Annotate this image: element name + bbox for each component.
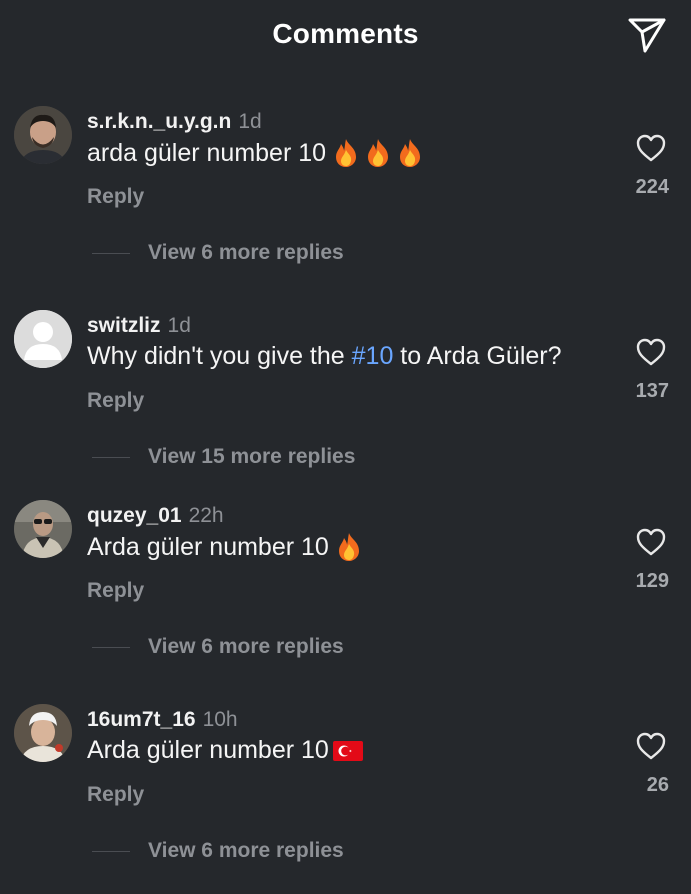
avatar[interactable]	[14, 310, 72, 368]
username[interactable]: s.r.k.n._u.y.g.n	[87, 110, 231, 133]
like-count: 224	[635, 176, 669, 198]
comment-item: quzey_01 22h Arda güler number 10 Reply 1…	[0, 500, 691, 690]
like-button[interactable]	[636, 528, 666, 556]
reply-button[interactable]: Reply	[87, 579, 144, 603]
view-replies-button[interactable]: View 15 more replies	[92, 442, 355, 472]
comment-text: Why didn't you give the #10 to Arda Güle…	[87, 342, 562, 371]
heart-icon	[636, 134, 666, 162]
hashtag-link[interactable]: #10	[352, 342, 394, 370]
comment-text: Arda güler number 10	[87, 532, 363, 562]
turkey-flag-icon	[332, 740, 363, 761]
comment-body: Why didn't you give the #10 to Arda Güle…	[87, 342, 562, 371]
comment-body: arda güler number 10	[87, 138, 327, 167]
view-replies-label: View 6 more replies	[148, 839, 344, 862]
fire-emoji-icon	[336, 139, 357, 167]
comment-item: 16um7t_16 10h Arda güler number 10 Reply …	[0, 704, 691, 894]
reply-button[interactable]: Reply	[87, 783, 144, 807]
divider	[92, 456, 130, 458]
reply-button[interactable]: Reply	[87, 389, 144, 413]
avatar[interactable]	[14, 106, 72, 164]
emoji-group	[328, 138, 424, 168]
timestamp: 10h	[202, 708, 238, 731]
emoji-group	[331, 532, 363, 562]
comment-item: s.r.k.n._u.y.g.n 1d arda güler number 10 …	[0, 106, 691, 296]
view-replies-label: View 15 more replies	[148, 445, 356, 468]
comment-text: arda güler number 10	[87, 138, 424, 168]
divider	[92, 850, 130, 852]
paper-plane-icon	[628, 18, 666, 53]
view-replies-button[interactable]: View 6 more replies	[92, 238, 344, 268]
like-group: 129	[630, 528, 672, 592]
like-count: 26	[646, 774, 669, 796]
page-title: Comments	[272, 18, 419, 49]
comment-body: Arda güler number 10	[87, 736, 329, 764]
timestamp: 22h	[188, 504, 224, 527]
fire-emoji-icon	[368, 139, 389, 167]
comment-meta: quzey_01 22h	[87, 504, 224, 528]
heart-icon	[636, 732, 666, 760]
username[interactable]: quzey_01	[87, 504, 182, 527]
like-group: 26	[630, 732, 672, 796]
like-count: 129	[635, 570, 669, 592]
comment-body-end: to Arda Güler?	[393, 342, 562, 370]
view-replies-button[interactable]: View 6 more replies	[92, 632, 344, 662]
like-button[interactable]	[636, 732, 666, 760]
heart-icon	[636, 338, 666, 366]
share-button[interactable]	[626, 16, 668, 54]
comment-item: switzliz 1d Why didn't you give the #10 t…	[0, 310, 691, 500]
timestamp: 1d	[167, 314, 191, 337]
avatar[interactable]	[14, 500, 72, 558]
comments-header: Comments	[0, 0, 691, 72]
like-count: 137	[635, 380, 669, 402]
timestamp: 1d	[238, 110, 262, 133]
view-replies-button[interactable]: View 6 more replies	[92, 836, 344, 866]
divider	[92, 252, 130, 254]
comment-meta: s.r.k.n._u.y.g.n 1d	[87, 110, 262, 134]
avatar[interactable]	[14, 704, 72, 762]
like-button[interactable]	[636, 134, 666, 162]
view-replies-label: View 6 more replies	[148, 241, 344, 264]
comment-body-start: Why didn't you give the	[87, 342, 352, 370]
username[interactable]: switzliz	[87, 314, 161, 337]
comment-meta: 16um7t_16 10h	[87, 708, 238, 732]
like-group: 224	[630, 134, 672, 198]
username[interactable]: 16um7t_16	[87, 708, 196, 731]
fire-emoji-icon	[400, 139, 421, 167]
comment-body: Arda güler number 10	[87, 532, 329, 561]
fire-emoji-icon	[338, 533, 359, 561]
like-button[interactable]	[636, 338, 666, 366]
like-group: 137	[630, 338, 672, 402]
heart-icon	[636, 528, 666, 556]
divider	[92, 646, 130, 648]
reply-button[interactable]: Reply	[87, 185, 144, 209]
comment-meta: switzliz 1d	[87, 314, 191, 338]
comment-text: Arda güler number 10	[87, 736, 363, 765]
view-replies-label: View 6 more replies	[148, 635, 344, 658]
